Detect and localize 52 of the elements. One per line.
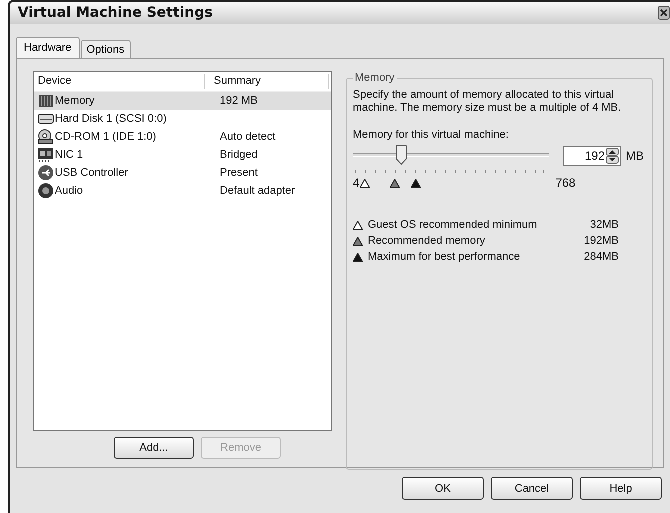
column-header[interactable]: Summary <box>205 74 329 89</box>
tab[interactable]: Hardware <box>16 37 80 58</box>
device-summary: Bridged <box>219 149 259 161</box>
unit-label: MB <box>626 149 644 163</box>
memory-slider[interactable] <box>353 145 549 167</box>
device-name: USB Controller <box>55 167 128 179</box>
device-name: Memory <box>55 95 95 107</box>
device-row[interactable]: Hard Disk 1 (SCSI 0:0) <box>34 110 331 128</box>
group-title: Memory <box>353 72 397 84</box>
dialog-button[interactable]: OK <box>402 477 484 500</box>
close-icon[interactable] <box>658 6 670 20</box>
network-card-icon <box>38 148 54 162</box>
device-summary: 192 MB <box>219 95 259 107</box>
device-name: Hard Disk 1 (SCSI 0:0) <box>55 113 167 125</box>
memory-spinbox[interactable]: 192 <box>563 146 621 166</box>
legend-value: 192MB <box>583 235 619 247</box>
triangle-marker-icon <box>410 178 421 188</box>
max-label: 768 <box>556 176 576 190</box>
memory-description: Specify the amount of memory allocated to this virtual machine. The memory size must be a multiple of 4 MB. <box>353 89 622 115</box>
speaker-icon <box>38 183 54 199</box>
device-summary: Default adapter <box>219 185 296 197</box>
legend-label: Recommended memory <box>368 235 486 247</box>
device-row[interactable]: Memory 192 MB <box>34 92 331 110</box>
device-name: Audio <box>55 185 84 197</box>
device-row[interactable]: NIC 1 Bridged <box>34 146 331 164</box>
slider-label: Memory for this virtual machine: <box>353 129 510 141</box>
cd-drive-icon <box>38 129 54 145</box>
list-button[interactable]: Add... <box>114 437 194 459</box>
slider-thumb[interactable] <box>396 145 408 165</box>
legend-label: Guest OS recommended minimum <box>368 219 538 231</box>
device-name: CD-ROM 1 (IDE 1:0) <box>55 131 156 143</box>
device-summary: Auto detect <box>219 131 277 143</box>
dialog-button[interactable]: Help <box>580 477 662 500</box>
legend-value: 284MB <box>583 251 619 263</box>
device-row[interactable]: Audio Default adapter <box>34 182 331 200</box>
device-row[interactable]: CD-ROM 1 (IDE 1:0) Auto detect <box>34 128 331 146</box>
spin-arrows-icon[interactable] <box>606 148 619 164</box>
memory-value: 192 <box>584 149 605 163</box>
legend-label: Maximum for best performance <box>368 251 522 263</box>
device-name: NIC 1 <box>55 149 84 161</box>
triangle-marker-icon <box>390 178 400 188</box>
tab[interactable]: Options <box>80 40 131 58</box>
device-row[interactable]: USB Controller Present <box>34 164 331 182</box>
window-title: Virtual Machine Settings <box>18 5 213 21</box>
triangle-marker-icon <box>360 178 370 188</box>
dialog-button[interactable]: Cancel <box>491 477 573 500</box>
memory-chip-icon <box>38 94 54 108</box>
legend-value: 32MB <box>589 219 619 231</box>
device-summary: Present <box>219 167 259 179</box>
column-header[interactable]: Device <box>34 74 205 89</box>
min-label: 4 <box>353 176 360 190</box>
usb-icon <box>38 165 54 181</box>
